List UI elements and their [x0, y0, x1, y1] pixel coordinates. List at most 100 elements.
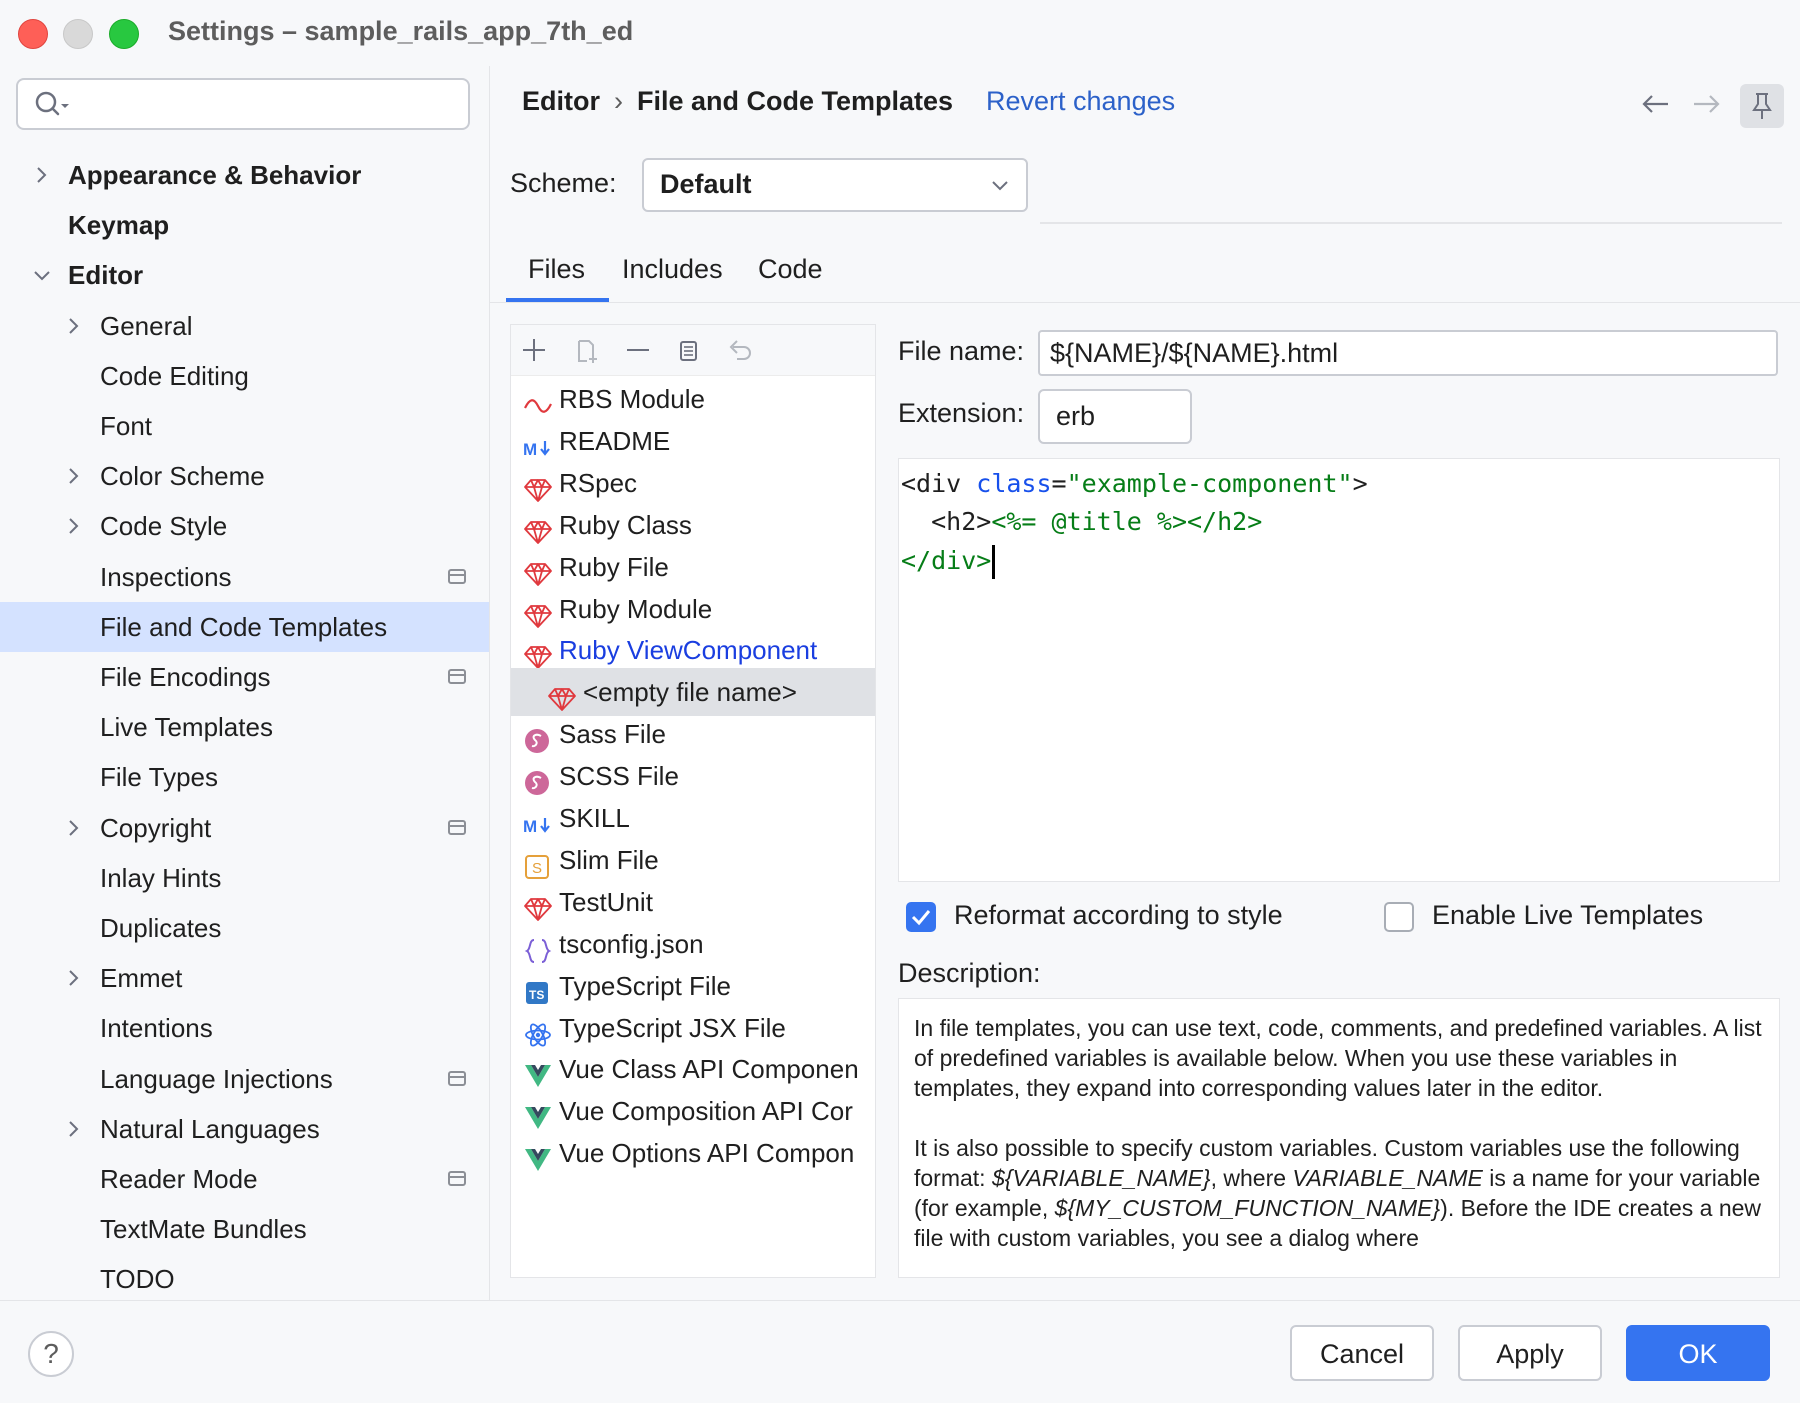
tree-item-textmate-bundles[interactable]: TextMate Bundles	[0, 1204, 489, 1254]
cancel-button[interactable]: Cancel	[1290, 1325, 1434, 1381]
tree-item-copyright[interactable]: Copyright	[0, 803, 489, 853]
tree-item-code-style[interactable]: Code Style	[0, 501, 489, 551]
apply-button[interactable]: Apply	[1458, 1325, 1602, 1381]
chevron-right-icon[interactable]	[64, 501, 84, 551]
svg-text:M: M	[523, 440, 537, 459]
help-button[interactable]: ?	[28, 1331, 74, 1377]
tab-includes[interactable]: Includes	[622, 242, 723, 302]
live-templates-label[interactable]: Enable Live Templates	[1432, 900, 1703, 931]
close-window-button[interactable]	[18, 19, 48, 49]
tree-item-label: Inlay Hints	[100, 862, 222, 893]
project-scope-icon	[448, 669, 466, 684]
file-name-input[interactable]: ${NAME}/${NAME}.html	[1038, 330, 1778, 376]
code-token: =	[1051, 469, 1067, 498]
template-code-editor[interactable]: <div class="example-component"> <h2><%= …	[898, 458, 1780, 882]
tree-item-file-and-code-templates[interactable]: File and Code Templates	[0, 601, 489, 652]
template-list-item-label: README	[559, 425, 671, 456]
ok-button[interactable]: OK	[1626, 1325, 1770, 1381]
code-line-1: <div class="example-component">	[901, 469, 1368, 498]
template-list: RBS Module M README RSpec Ruby Class Ruby Fil…	[510, 324, 876, 1278]
tree-item-file-types[interactable]: File Types	[0, 752, 489, 802]
chevron-right-icon[interactable]	[64, 301, 84, 351]
chevron-right-icon[interactable]	[64, 451, 84, 501]
add-icon[interactable]	[519, 335, 549, 365]
forward-arrow-icon[interactable]	[1690, 90, 1724, 118]
reformat-label[interactable]: Reformat according to style	[954, 900, 1283, 931]
minimize-window-button[interactable]	[63, 19, 93, 49]
back-arrow-icon[interactable]	[1638, 90, 1672, 118]
template-list-item[interactable]: RBS Module	[511, 375, 875, 423]
revert-changes-link[interactable]: Revert changes	[986, 86, 1175, 117]
template-list-item[interactable]: M SKILL	[511, 794, 875, 842]
markdown-icon: M	[523, 805, 553, 836]
chevron-right-icon[interactable]	[64, 1104, 84, 1154]
breadcrumb-current: File and Code Templates	[637, 86, 954, 116]
settings-window: Settings – sample_rails_app_7th_ed Appea…	[0, 0, 1800, 1403]
ruby-gem-icon	[523, 889, 553, 921]
search-icon	[35, 91, 69, 116]
tree-item-duplicates[interactable]: Duplicates	[0, 903, 489, 953]
live-templates-checkbox[interactable]	[1384, 902, 1414, 932]
extension-input[interactable]: erb	[1038, 389, 1192, 444]
template-list-item[interactable]: Vue Options API Compon	[511, 1129, 875, 1177]
copy-icon[interactable]	[673, 335, 703, 365]
ruby-gem-icon	[523, 596, 553, 628]
search-input[interactable]	[16, 78, 470, 130]
tree-item-emmet[interactable]: Emmet	[0, 953, 489, 1003]
chevron-right-icon[interactable]	[32, 150, 52, 200]
template-list-item[interactable]: S Slim File	[511, 836, 875, 884]
tree-item-color-scheme[interactable]: Color Scheme	[0, 451, 489, 501]
maximize-window-button[interactable]	[109, 19, 139, 49]
breadcrumb-separator: ›	[614, 86, 623, 116]
tree-item-live-templates[interactable]: Live Templates	[0, 702, 489, 752]
chevron-down-icon[interactable]	[32, 250, 52, 300]
tree-item-keymap[interactable]: Keymap	[0, 200, 489, 250]
template-list-item[interactable]: Ruby Class	[511, 501, 875, 549]
template-list-item[interactable]: SCSS File	[511, 752, 875, 800]
tree-item-natural-languages[interactable]: Natural Languages	[0, 1104, 489, 1154]
tree-item-general[interactable]: General	[0, 301, 489, 351]
template-list-item[interactable]: Vue Class API Componen	[511, 1045, 875, 1093]
tree-item-font[interactable]: Font	[0, 401, 489, 451]
tree-item-code-editing[interactable]: Code Editing	[0, 351, 489, 401]
tab-files[interactable]: Files	[505, 242, 610, 302]
template-list-item[interactable]: M README	[511, 417, 875, 465]
description-text-run: , where	[1210, 1165, 1293, 1191]
breadcrumb-root[interactable]: Editor	[522, 86, 600, 116]
tree-item-todo[interactable]: TODO	[0, 1254, 489, 1304]
reformat-checkbox[interactable]	[906, 902, 936, 932]
pin-button[interactable]	[1740, 84, 1784, 128]
tree-item-appearance-behavior[interactable]: Appearance & Behavior	[0, 150, 489, 200]
template-list-item[interactable]: TestUnit	[511, 878, 875, 926]
tree-item-editor[interactable]: Editor	[0, 250, 489, 300]
template-list-item[interactable]: Ruby File	[511, 543, 875, 591]
template-list-item[interactable]: RSpec	[511, 459, 875, 507]
template-list-item[interactable]: TypeScript JSX File	[511, 1004, 875, 1052]
template-list-item[interactable]: <empty file name>	[511, 668, 875, 717]
add-child-template-icon[interactable]	[571, 335, 601, 365]
tree-item-label: Language Injections	[100, 1063, 333, 1094]
tree-item-inlay-hints[interactable]: Inlay Hints	[0, 853, 489, 903]
tree-item-label: Intentions	[100, 1013, 213, 1044]
tree-item-language-injections[interactable]: Language Injections	[0, 1054, 489, 1104]
json-braces-icon	[523, 931, 553, 963]
template-list-item[interactable]: TS TypeScript File	[511, 962, 875, 1010]
template-list-item[interactable]: Sass File	[511, 710, 875, 758]
tree-item-intentions[interactable]: Intentions	[0, 1003, 489, 1053]
description-paragraph: It is also possible to specify custom va…	[914, 1133, 1764, 1253]
tree-item-inspections[interactable]: Inspections	[0, 552, 489, 602]
remove-icon[interactable]	[623, 335, 653, 365]
tree-item-label: Natural Languages	[100, 1113, 320, 1144]
reset-icon[interactable]	[725, 335, 755, 365]
template-list-item[interactable]: Ruby ViewComponent	[511, 626, 875, 674]
template-list-item[interactable]: Ruby Module	[511, 585, 875, 633]
scheme-dropdown[interactable]: Default	[642, 158, 1028, 212]
tree-item-reader-mode[interactable]: Reader Mode	[0, 1154, 489, 1204]
chevron-right-icon[interactable]	[64, 803, 84, 853]
chevron-right-icon[interactable]	[64, 953, 84, 1003]
template-list-item[interactable]: tsconfig.json	[511, 920, 875, 968]
tab-code[interactable]: Code	[758, 242, 823, 302]
template-list-item[interactable]: Vue Composition API Cor	[511, 1087, 875, 1135]
tree-item-file-encodings[interactable]: File Encodings	[0, 652, 489, 702]
